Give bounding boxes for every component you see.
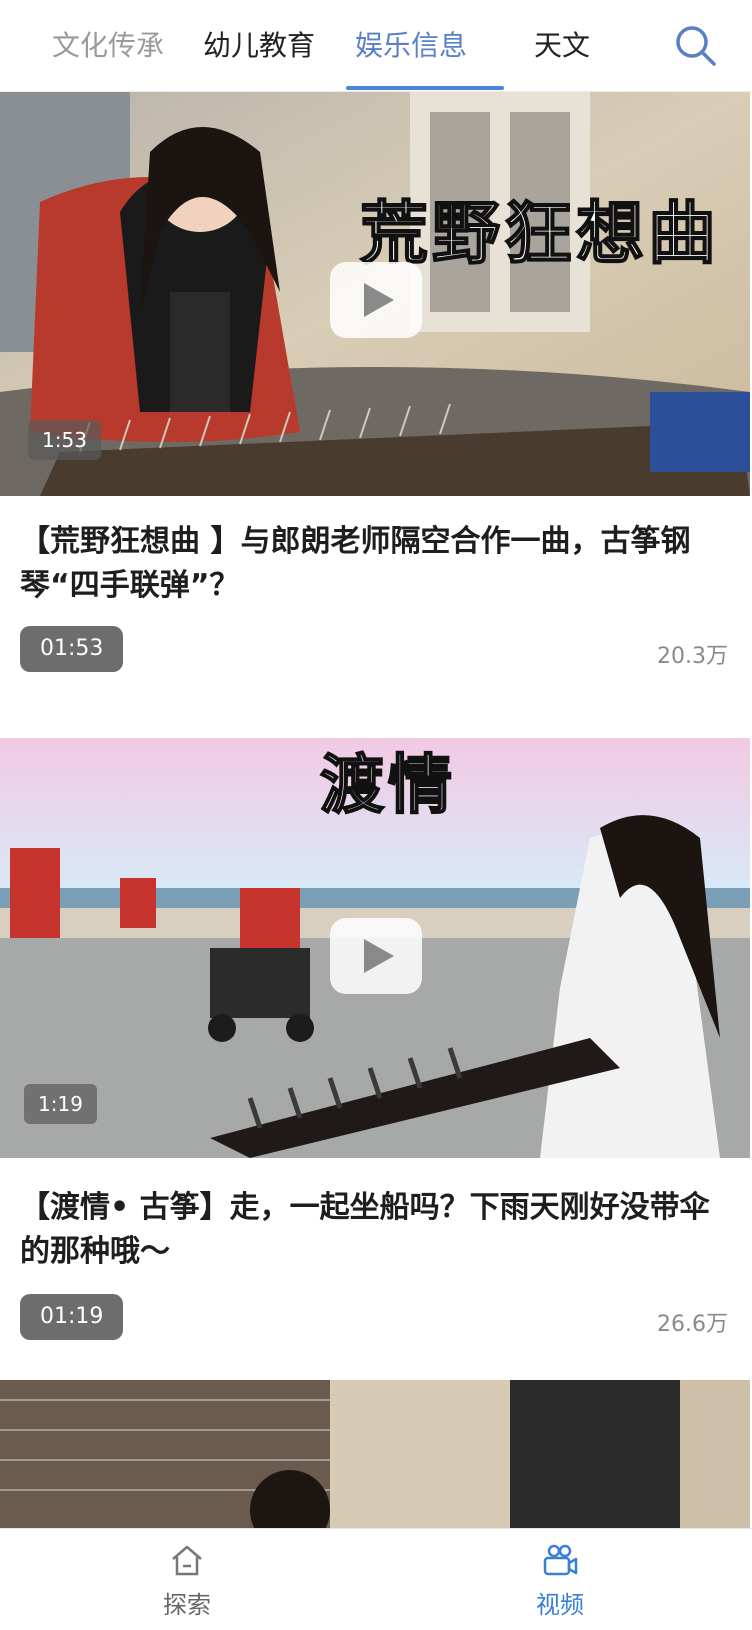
duration-badge: 01:53 xyxy=(20,626,124,672)
nav-explore-label: 探索 xyxy=(163,1591,211,1619)
nav-video[interactable]: 视频 xyxy=(500,1543,620,1620)
video-thumbnail[interactable]: 渡情 1:19 xyxy=(0,738,750,1158)
home-icon xyxy=(172,1545,202,1576)
video-card[interactable]: 渡情 1:19 【渡情• 古筝】走，一起坐船吗？下雨天刚好没带伞的那种哦～ 01… xyxy=(0,738,750,1356)
thumbnail-duration: 1:53 xyxy=(28,420,101,460)
search-button[interactable] xyxy=(672,22,720,70)
overlay-title: 荒野狂想曲 xyxy=(359,194,721,274)
nav-explore[interactable]: 探索 xyxy=(127,1543,247,1620)
top-tab-bar: 文化传承 幼儿教育 娱乐信息 天文 xyxy=(0,0,752,92)
overlay-title: 渡情 xyxy=(319,747,456,824)
tab-early-education[interactable]: 幼儿教育 xyxy=(203,22,315,70)
video-title[interactable]: 【渡情• 古筝】走，一起坐船吗？下雨天刚好没带伞的那种哦～ xyxy=(20,1186,730,1274)
duration-badge: 01:19 xyxy=(20,1294,124,1340)
active-tab-indicator xyxy=(346,86,504,90)
search-icon xyxy=(676,26,716,66)
video-thumbnail[interactable]: 荒野狂想曲 1:53 xyxy=(0,92,750,496)
thumbnail-duration: 1:19 xyxy=(24,1084,97,1124)
bottom-navigation: 探索 视频 xyxy=(0,1528,752,1630)
play-button[interactable] xyxy=(330,262,422,338)
nav-video-label: 视频 xyxy=(536,1591,584,1619)
view-count: 20.3万 xyxy=(657,644,728,669)
video-card[interactable]: 荒野狂想曲 1:53 【荒野狂想曲 】与郎朗老师隔空合作一曲，古筝钢琴“四手联弹… xyxy=(0,92,750,710)
play-icon xyxy=(364,283,394,317)
view-count: 26.6万 xyxy=(657,1312,728,1337)
video-thumbnail[interactable] xyxy=(0,1380,750,1528)
video-title[interactable]: 【荒野狂想曲 】与郎朗老师隔空合作一曲，古筝钢琴“四手联弹”？ xyxy=(20,520,730,608)
thumbnail-image xyxy=(0,1380,750,1528)
play-button[interactable] xyxy=(330,918,422,994)
tab-astronomy[interactable]: 天文 xyxy=(534,22,590,70)
tab-culture[interactable]: 文化传承 xyxy=(52,22,164,70)
tab-entertainment[interactable]: 娱乐信息 xyxy=(355,22,467,70)
play-icon xyxy=(364,939,394,973)
video-users-icon xyxy=(543,1544,578,1576)
